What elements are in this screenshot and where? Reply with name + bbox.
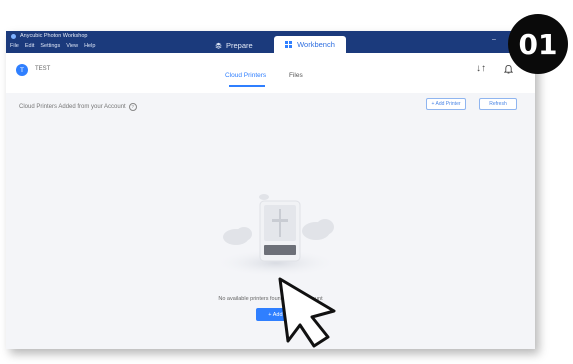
app-window: Anycubic Photon Workshop File Edit Setti… <box>6 31 535 349</box>
title-bar: Anycubic Photon Workshop File Edit Setti… <box>6 31 535 53</box>
tab-cloud-printers[interactable]: Cloud Printers <box>225 72 266 79</box>
tab-files[interactable]: Files <box>289 72 303 79</box>
menu-view[interactable]: View <box>66 43 78 49</box>
printer-illustration <box>214 194 338 277</box>
app-logo-icon <box>11 34 16 39</box>
help-icon[interactable]: ? <box>128 103 137 111</box>
app-title: Anycubic Photon Workshop <box>20 33 88 39</box>
avatar[interactable]: T <box>16 64 28 76</box>
empty-state-message: No available printers found in your acco… <box>218 296 323 302</box>
menu-bar: File Edit Settings View Help <box>10 43 95 49</box>
tab-prepare[interactable]: Prepare <box>215 37 253 53</box>
minimize-button[interactable]: – <box>492 36 496 43</box>
section-title-label: Cloud Printers Added from your Account <box>19 104 126 110</box>
menu-help[interactable]: Help <box>84 43 95 49</box>
tab-workbench[interactable]: Workbench <box>274 36 346 53</box>
username: TEST <box>35 66 51 72</box>
sort-icon[interactable]: ↓↑ <box>476 63 486 74</box>
active-tab-indicator <box>229 85 265 87</box>
tab-workbench-label: Workbench <box>297 40 335 49</box>
step-badge: 01 <box>508 14 568 74</box>
add-printer-button[interactable]: + Add Printer <box>426 98 466 110</box>
bell-icon[interactable] <box>504 64 513 74</box>
workbench-icon <box>285 41 293 48</box>
tab-prepare-label: Prepare <box>226 40 253 50</box>
section-title: Cloud Printers Added from your Account ? <box>19 103 137 111</box>
menu-settings[interactable]: Settings <box>40 43 60 49</box>
prepare-icon <box>215 42 222 49</box>
account-header: T TEST Cloud Printers Files ↓↑ <box>6 53 535 93</box>
cursor-arrow-icon <box>278 277 336 348</box>
cloud-printers-panel: Cloud Printers Added from your Account ?… <box>6 93 535 349</box>
menu-edit[interactable]: Edit <box>25 43 34 49</box>
menu-file[interactable]: File <box>10 43 19 49</box>
refresh-button[interactable]: Refresh <box>479 98 517 110</box>
